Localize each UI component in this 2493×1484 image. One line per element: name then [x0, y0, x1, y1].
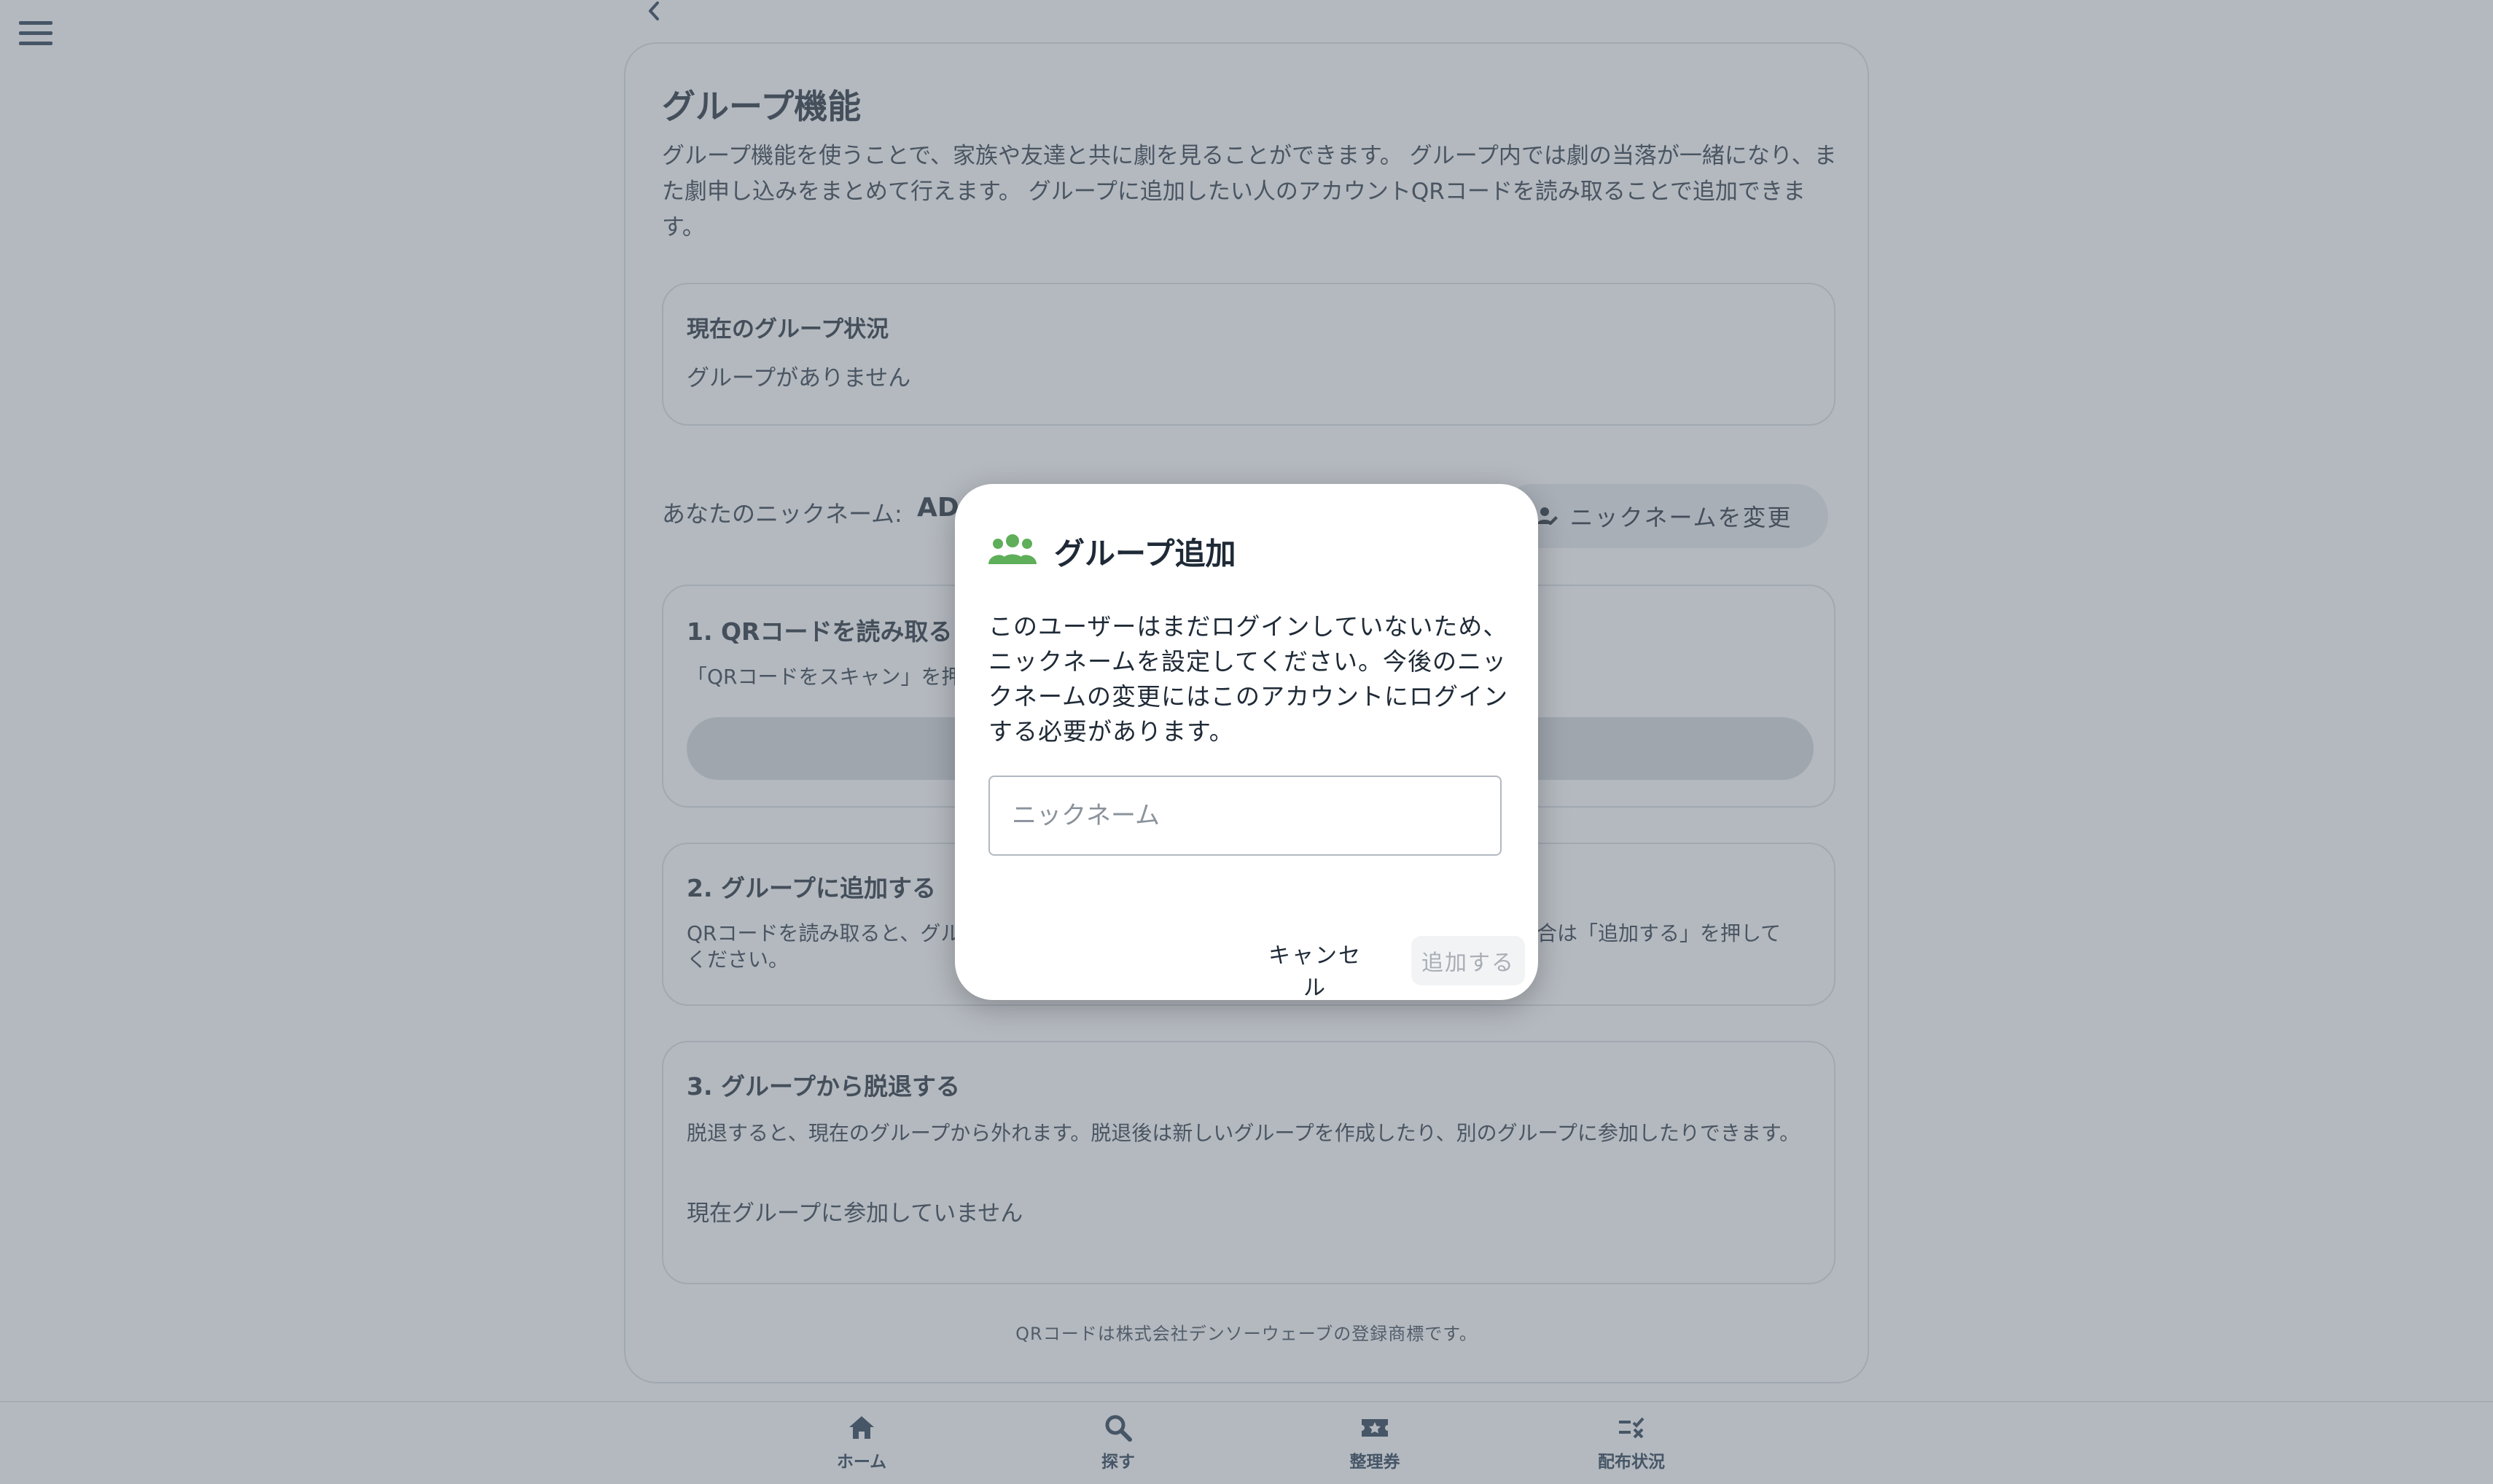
add-group-dialog: グループ追加 このユーザーはまだログインしていないため、ニックネームを設定してく…: [955, 484, 1538, 1001]
dialog-message: このユーザーはまだログインしていないため、ニックネームを設定してください。今後の…: [988, 612, 1509, 746]
dialog-title: グループ追加: [1054, 536, 1236, 571]
group-icon: [988, 534, 1037, 564]
nickname-input[interactable]: [988, 776, 1502, 856]
add-button[interactable]: 追加する: [1411, 936, 1525, 985]
cancel-button[interactable]: キャンセル: [1264, 937, 1366, 1001]
